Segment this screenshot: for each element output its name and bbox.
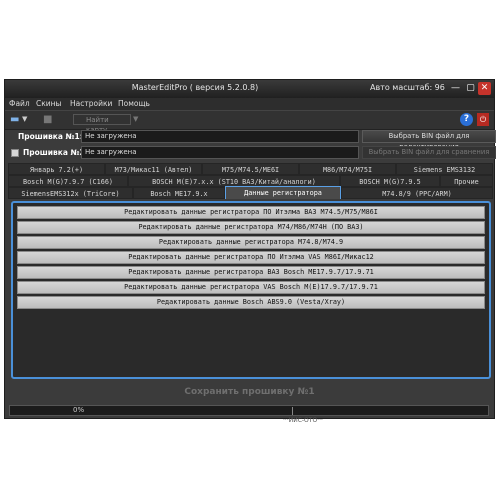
tab-m75[interactable]: M75/M74.5/ME6I: [202, 163, 299, 175]
help-icon[interactable]: ?: [460, 113, 473, 126]
partial-text-fragment: ···ИИС-ОТО···: [283, 417, 323, 424]
tab-bosch-mg797[interactable]: Bosch M(G)7.9.7 (C166): [8, 175, 128, 187]
menu-skins[interactable]: Скины: [36, 99, 61, 108]
below-window-area: ···ИИС-ОТО···: [0, 417, 500, 500]
save-icon[interactable]: ■: [43, 114, 52, 125]
tab-m73[interactable]: M73/Микас11 (Автел): [105, 163, 202, 175]
firmware1-label: Прошивка №1:: [18, 132, 83, 141]
minimize-button[interactable]: —: [449, 82, 462, 95]
progress-text: 0%: [73, 406, 85, 414]
tab-other[interactable]: Прочие: [440, 175, 493, 187]
close-button[interactable]: ✕: [478, 82, 491, 95]
maximize-button[interactable]: ▢: [464, 82, 477, 95]
menu-settings[interactable]: Настройки: [70, 99, 112, 108]
firmware2-checkbox[interactable]: [11, 149, 19, 157]
tab-bosch-mg795[interactable]: BOSCH M(G)7.9.5: [340, 175, 440, 187]
edit-registrator-m748-button[interactable]: Редактировать данные регистратора M74.8/…: [17, 236, 485, 249]
firmware2-field[interactable]: Не загружена: [81, 146, 359, 159]
edit-registrator-m74-m86-button[interactable]: Редактировать данные регистратора M74/M8…: [17, 221, 485, 234]
edit-registrator-vaz-bosch-button[interactable]: Редактировать данные регистратора ВАЗ Bo…: [17, 266, 485, 279]
edit-registrator-itelma-vaz-button[interactable]: Редактировать данные регистратора ПО Итэ…: [17, 206, 485, 219]
folder-icon[interactable]: ▬: [10, 114, 19, 125]
toolbar: ▬ ▼ ■ Найти карту ▼ ? ⏻: [5, 110, 494, 134]
find-map-dropdown-icon[interactable]: ▼: [133, 114, 138, 125]
main-window: MasterEditPro ( версия 5.2.0.8) Авто мас…: [4, 79, 496, 419]
chevron-down-icon[interactable]: ▼: [22, 114, 27, 125]
window-title: MasterEditPro ( версия 5.2.0.8): [131, 83, 259, 92]
tab-siemens-ems3132[interactable]: Siemens EMS3132: [396, 163, 493, 175]
select-bin-compare-button[interactable]: Выбрать BIN файл для сравнения: [362, 146, 496, 159]
menu-help[interactable]: Помощь: [118, 99, 150, 108]
firmware2-label: Прошивка №2:: [23, 148, 88, 157]
tab-m86[interactable]: M86/M74/M75I: [299, 163, 396, 175]
select-bin-edit-button[interactable]: Выбрать BIN файл для редактирования: [362, 130, 496, 151]
find-map-button[interactable]: Найти карту: [73, 114, 131, 134]
save-firmware-button[interactable]: Сохранить прошивку №1: [5, 387, 494, 397]
edit-registrator-vas-bosch-button[interactable]: Редактировать данные регистратора VAS Bo…: [17, 281, 485, 294]
progress-bar: 0%: [9, 405, 489, 416]
exit-icon[interactable]: ⏻: [477, 113, 489, 126]
title-bar[interactable]: MasterEditPro ( версия 5.2.0.8) Авто мас…: [5, 80, 494, 98]
tab-bosch-me179x[interactable]: Bosch ME17.9.x: [133, 187, 225, 199]
firmware1-field[interactable]: Не загружена: [81, 130, 359, 143]
edit-bosch-abs9-button[interactable]: Редактировать данные Bosch ABS9.0 (Vesta…: [17, 296, 485, 309]
progress-divider: [292, 407, 293, 415]
tab-siemens-ems312x[interactable]: SiemensEMS312x (TriCore): [8, 187, 133, 199]
zoom-label: Авто масштаб: 96: [370, 83, 445, 92]
firmware1-row: Прошивка №1: Не загружена Выбрать BIN фа…: [8, 130, 496, 151]
registrator-panel: Редактировать данные регистратора ПО Итэ…: [11, 201, 491, 379]
tab-january[interactable]: Январь 7.2(+): [8, 163, 105, 175]
tab-m748-9[interactable]: M74.8/9 (PPC/ARM): [341, 187, 493, 199]
menu-bar: Файл Скины Настройки Помощь: [5, 98, 494, 110]
edit-registrator-itelma-vas-button[interactable]: Редактировать данные регистратора ПО Итэ…: [17, 251, 485, 264]
firmware2-row: Прошивка №2: Не загружена Выбрать BIN фа…: [8, 146, 496, 160]
menu-file[interactable]: Файл: [9, 99, 30, 108]
tab-registrator-data[interactable]: Данные регистратора: [225, 186, 341, 199]
